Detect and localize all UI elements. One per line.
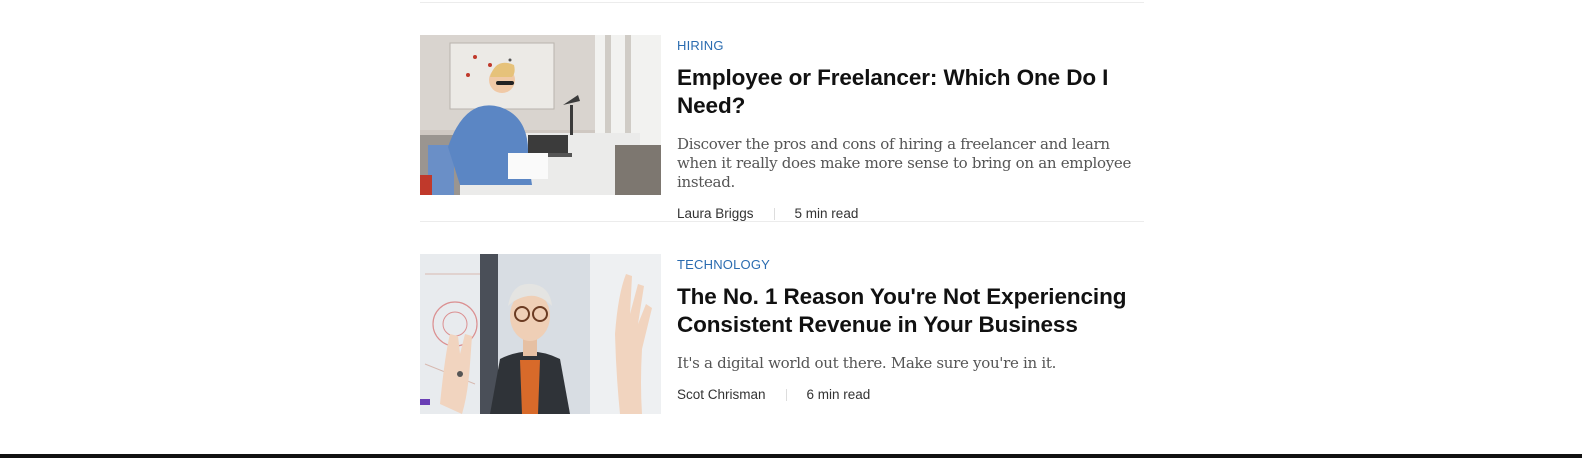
divider [420, 2, 1144, 3]
article-content: HIRING Employee or Freelancer: Which One… [677, 35, 1144, 221]
meta-separator [785, 388, 787, 401]
article-read-time: 6 min read [806, 387, 871, 402]
article-read-time: 5 min read [794, 206, 859, 221]
divider [420, 221, 1144, 222]
article-author[interactable]: Laura Briggs [677, 206, 754, 221]
article-category-link[interactable]: TECHNOLOGY [677, 257, 770, 272]
article-content: TECHNOLOGY The No. 1 Reason You're Not E… [677, 254, 1144, 402]
article-description: Discover the pros and cons of hiring a f… [677, 135, 1132, 191]
article-author[interactable]: Scot Chrisman [677, 387, 766, 402]
article-thumbnail[interactable] [420, 35, 661, 195]
article-description: It's a digital world out there. Make sur… [677, 354, 1057, 372]
meta-separator [773, 207, 775, 220]
footer-top-border [0, 454, 1582, 458]
article-title[interactable]: The No. 1 Reason You're Not Experiencing… [677, 283, 1144, 339]
article-meta: Scot Chrisman 6 min read [677, 387, 1144, 402]
article-category-link[interactable]: HIRING [677, 38, 724, 53]
article-meta: Laura Briggs 5 min read [677, 206, 1144, 221]
article-title[interactable]: Employee or Freelancer: Which One Do I N… [677, 64, 1144, 120]
article-thumbnail[interactable] [420, 254, 661, 414]
